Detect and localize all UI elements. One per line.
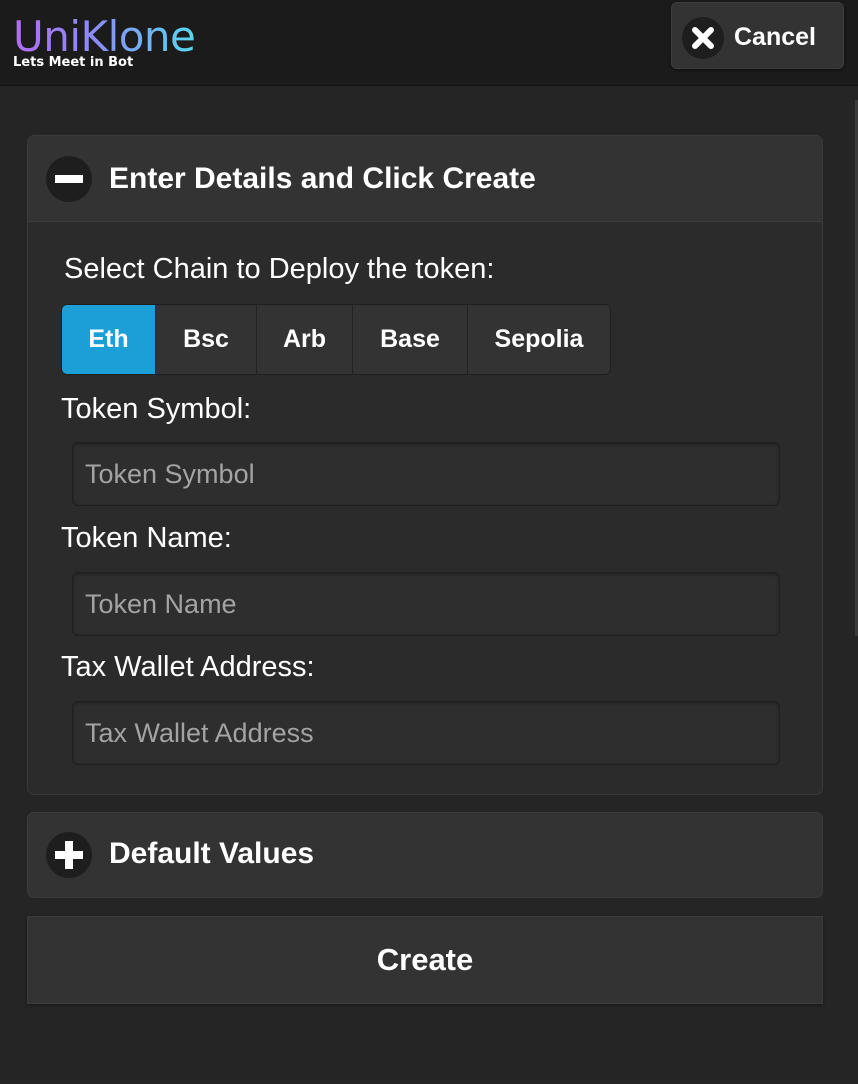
plus-icon (46, 832, 92, 878)
token-name-label: Token Name: (61, 522, 232, 554)
details-panel-title: Enter Details and Click Create (109, 162, 536, 195)
cancel-button[interactable]: Cancel (671, 2, 844, 69)
minus-icon (46, 156, 92, 202)
defaults-panel-header[interactable]: Default Values (28, 813, 822, 897)
create-button[interactable]: Create (27, 916, 823, 1004)
token-symbol-input[interactable] (72, 442, 780, 506)
tax-wallet-label: Tax Wallet Address: (61, 651, 315, 683)
defaults-panel: Default Values (27, 812, 823, 898)
chain-selector: Eth Bsc Arb Base Sepolia (61, 304, 611, 375)
close-icon (682, 17, 724, 59)
app-header: UniKlone Lets Meet in Bot Cancel (0, 0, 858, 86)
chain-label: Select Chain to Deploy the token: (64, 253, 495, 285)
chain-option-sepolia[interactable]: Sepolia (468, 305, 610, 374)
chain-option-eth[interactable]: Eth (62, 305, 156, 374)
logo-title: UniKlone (13, 12, 196, 61)
token-name-input[interactable] (72, 572, 780, 636)
cancel-label: Cancel (734, 23, 816, 51)
tax-wallet-input[interactable] (72, 701, 780, 765)
chain-option-arb[interactable]: Arb (257, 305, 353, 374)
chain-option-bsc[interactable]: Bsc (156, 305, 257, 374)
defaults-panel-title: Default Values (109, 837, 315, 870)
details-panel-header[interactable]: Enter Details and Click Create (28, 136, 822, 222)
chain-option-base[interactable]: Base (353, 305, 468, 374)
details-panel: Enter Details and Click Create Select Ch… (27, 135, 823, 795)
token-symbol-label: Token Symbol: (61, 393, 252, 425)
logo-tagline: Lets Meet in Bot (13, 55, 134, 70)
